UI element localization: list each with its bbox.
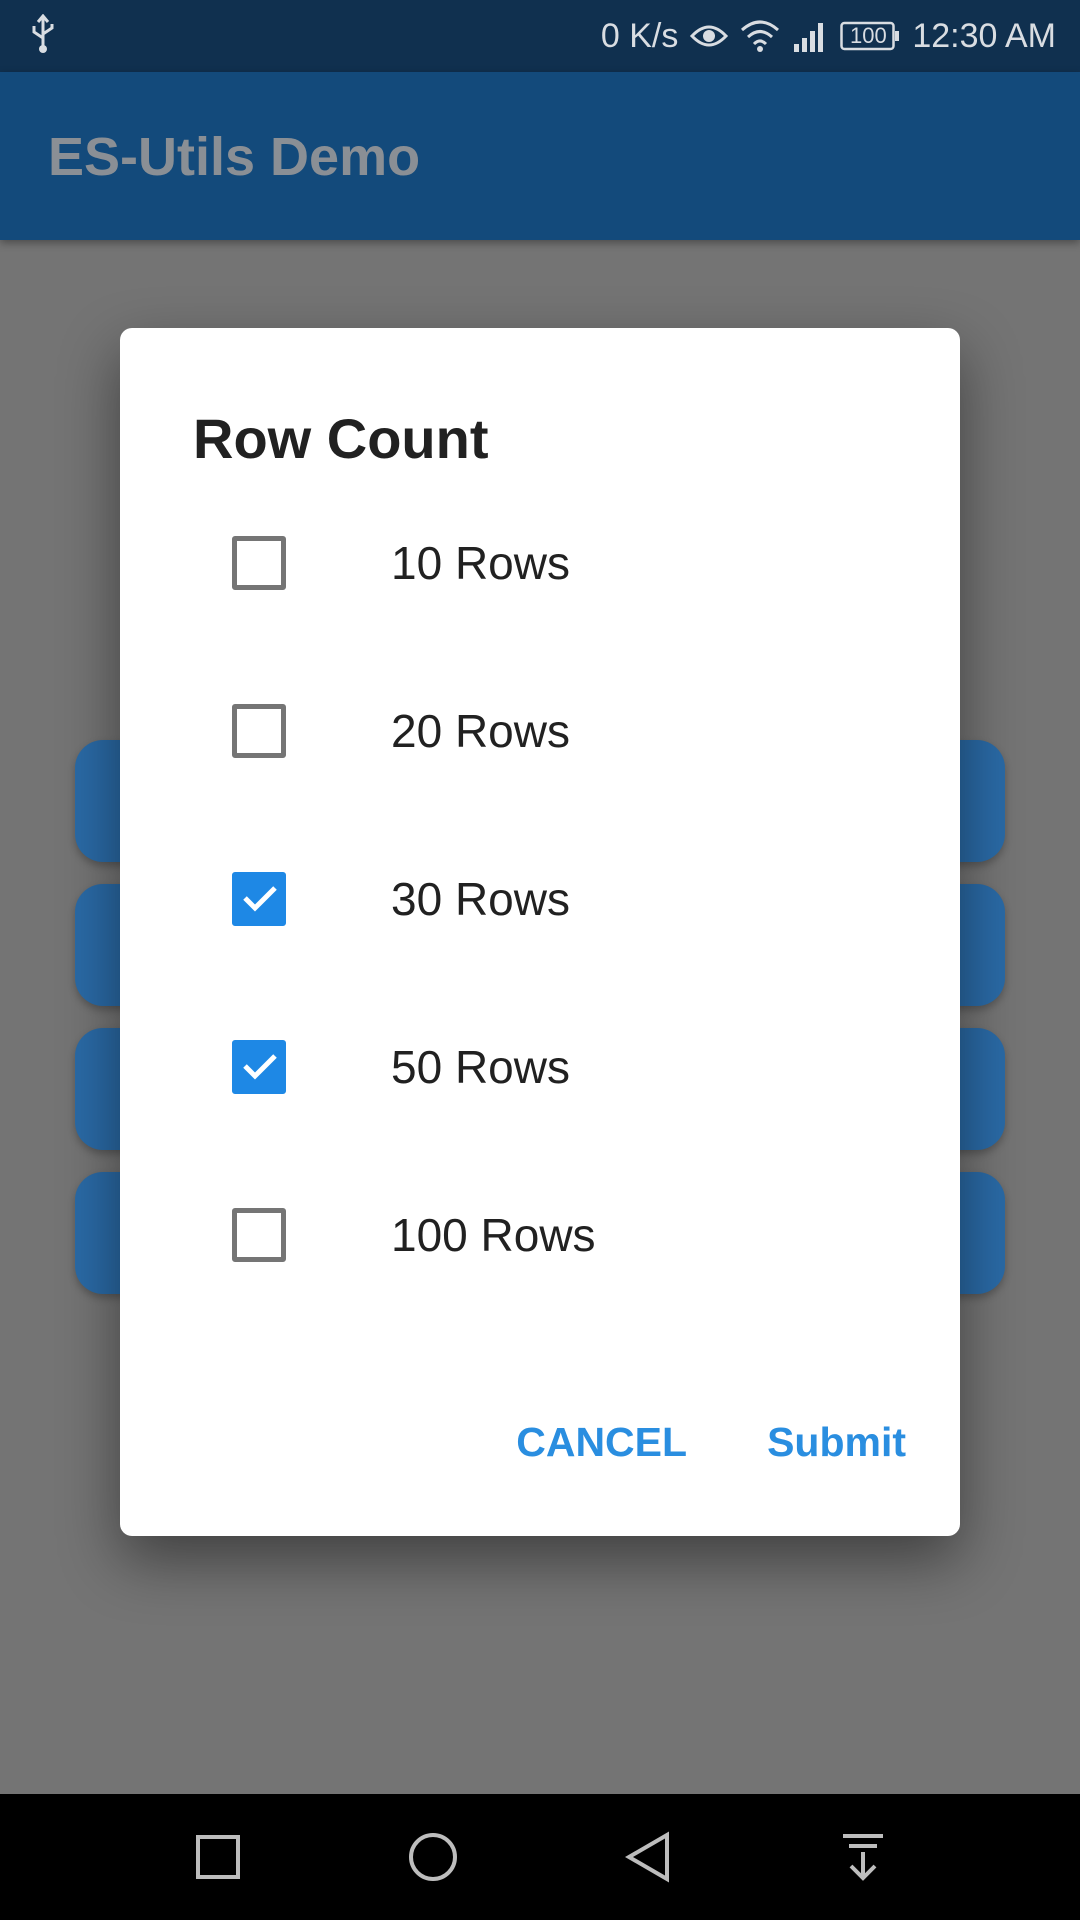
option-100-rows[interactable]: 100 Rows xyxy=(120,1152,960,1320)
wifi-icon xyxy=(740,20,780,52)
navigation-bar xyxy=(0,1794,1080,1920)
checkbox[interactable] xyxy=(232,536,286,590)
clock: 12:30 AM xyxy=(912,16,1056,55)
option-label: 20 Rows xyxy=(391,705,570,757)
option-20-rows[interactable]: 20 Rows xyxy=(120,648,960,816)
recents-icon[interactable] xyxy=(178,1817,258,1897)
checkbox-checked[interactable] xyxy=(232,1040,286,1094)
back-icon[interactable] xyxy=(608,1817,688,1897)
option-10-rows[interactable]: 10 Rows xyxy=(120,480,960,648)
dialog-actions: CANCEL Submit xyxy=(516,1419,906,1466)
battery-level: 100 xyxy=(849,23,887,48)
checkbox[interactable] xyxy=(232,1208,286,1262)
status-bar: 0 K/s 100 12:30 AM xyxy=(0,0,1080,72)
app-title: ES-Utils Demo xyxy=(48,127,421,187)
usb-icon xyxy=(30,13,56,59)
dialog-title: Row Count xyxy=(193,407,489,470)
row-count-dialog: Row Count 10 Rows 20 Rows 30 Rows 50 Row… xyxy=(120,328,960,1536)
option-label: 100 Rows xyxy=(391,1209,596,1261)
option-30-rows[interactable]: 30 Rows xyxy=(120,816,960,984)
app-bar: ES-Utils Demo xyxy=(0,72,1080,240)
cancel-button[interactable]: CANCEL xyxy=(516,1419,687,1466)
home-icon[interactable] xyxy=(393,1817,473,1897)
checkmark-icon xyxy=(243,1054,277,1080)
notification-pull-icon[interactable] xyxy=(823,1817,903,1897)
battery-icon: 100 xyxy=(840,21,900,51)
option-label: 10 Rows xyxy=(391,537,570,589)
eye-icon xyxy=(690,21,729,51)
signal-icon xyxy=(792,20,828,52)
checkbox-checked[interactable] xyxy=(232,872,286,926)
submit-button[interactable]: Submit xyxy=(767,1419,906,1466)
checkbox[interactable] xyxy=(232,704,286,758)
checkmark-icon xyxy=(243,886,277,912)
option-label: 50 Rows xyxy=(391,1041,570,1093)
network-speed: 0 K/s xyxy=(600,16,679,55)
option-50-rows[interactable]: 50 Rows xyxy=(120,984,960,1152)
option-label: 30 Rows xyxy=(391,873,570,925)
